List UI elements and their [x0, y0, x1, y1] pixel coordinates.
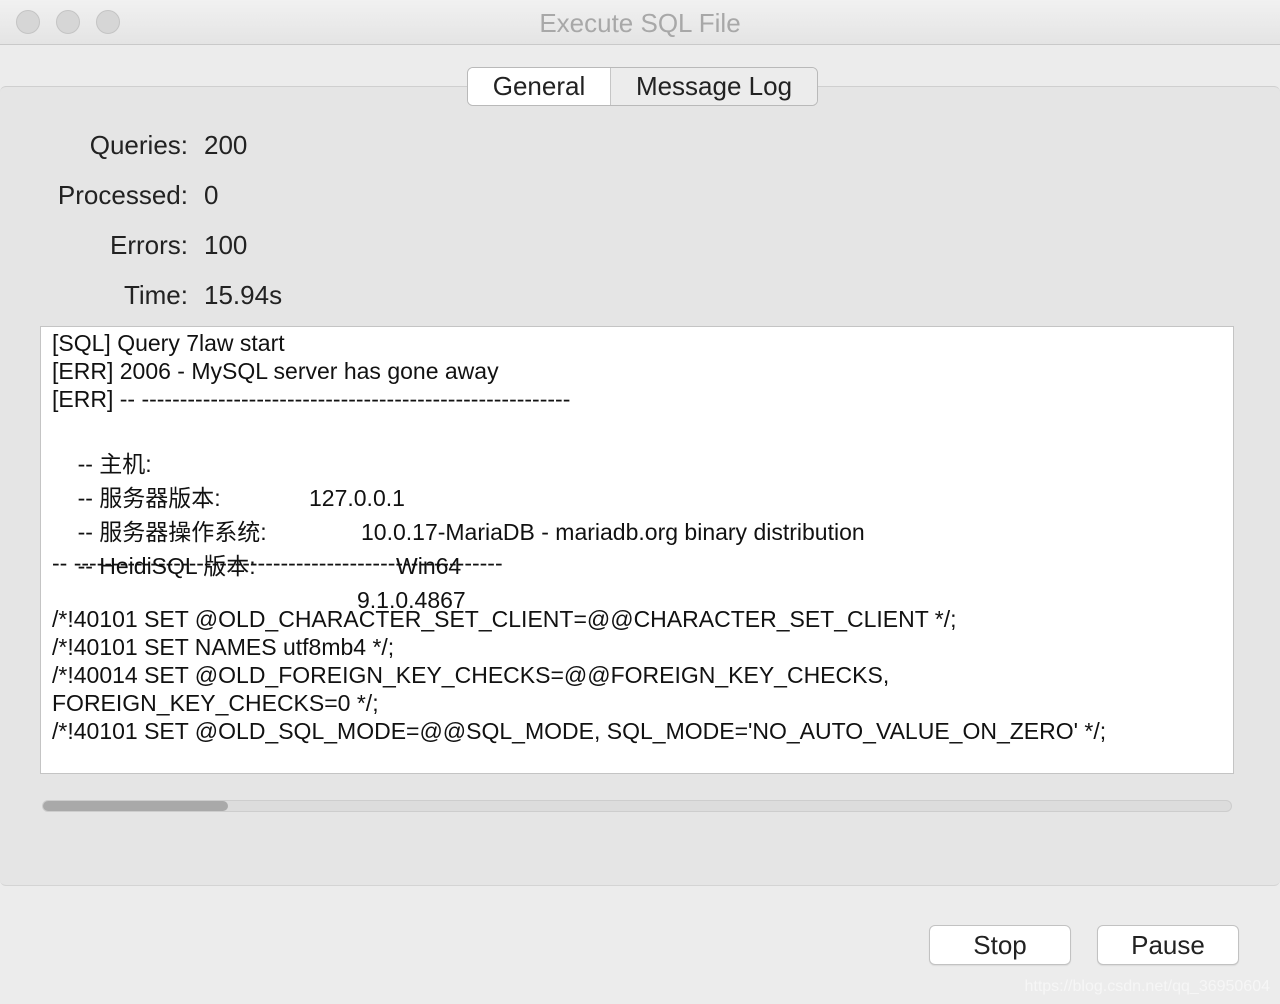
errors-label-row: Errors:: [0, 230, 188, 262]
tab-message-log[interactable]: Message Log: [611, 68, 817, 105]
log-line: /*!40101 SET NAMES utf8mb4 */;: [52, 634, 395, 660]
log-text-area[interactable]: [SQL] Query 7law start [ERR] 2006 - MySQ…: [40, 326, 1234, 774]
log-config-line: -- 服务器版本: 10.0.17-MariaDB - mariadb.org …: [52, 447, 1222, 545]
log-line: FOREIGN_KEY_CHECKS=0 */;: [52, 690, 379, 716]
tab-general[interactable]: General: [468, 68, 611, 105]
queries-label-row: Queries:: [0, 130, 188, 162]
title-bar: Execute SQL File: [0, 0, 1280, 45]
pause-button[interactable]: Pause: [1097, 925, 1239, 965]
log-line: /*!40014 SET @OLD_FOREIGN_KEY_CHECKS=@@F…: [52, 662, 890, 688]
log-line: /*!40101 SET @OLD_CHARACTER_SET_CLIENT=@…: [52, 606, 957, 632]
progress-fill: [43, 801, 229, 811]
log-config-key: -- HeidiSQL 版本:: [77, 553, 256, 579]
errors-label: Errors:: [110, 230, 188, 260]
time-label-row: Time:: [0, 280, 188, 312]
time-label: Time:: [123, 280, 188, 310]
log-line: /*!40101 SET @OLD_SQL_MODE=@@SQL_MODE, S…: [52, 718, 1107, 744]
log-config-value: Win64: [396, 553, 462, 579]
log-line: [ERR] 2006 - MySQL server has gone away: [52, 358, 499, 384]
log-config-line: -- 主机: 127.0.0.1: [52, 413, 1222, 511]
processed-label: Processed:: [57, 180, 188, 210]
queries-value: 200: [204, 130, 248, 160]
window-title: Execute SQL File: [539, 8, 741, 38]
tab-bar: General Message Log: [467, 67, 818, 106]
progress-bar: [42, 800, 1232, 812]
log-config-line: -- 服务器操作系统: Win64: [52, 481, 1222, 579]
time-value: 15.94s: [204, 280, 283, 310]
log-line: [SQL] Query 7law start: [52, 330, 285, 356]
stop-button[interactable]: Stop: [929, 925, 1071, 965]
errors-value: 100: [204, 230, 248, 260]
log-config-value: 9.1.0.4867: [357, 587, 466, 613]
log-line: [ERR] -- -------------------------------…: [52, 386, 571, 412]
watermark-text: https://blog.csdn.net/qq_36950604: [1024, 978, 1270, 995]
log-config-line: -- HeidiSQL 版本: 9.1.0.4867: [52, 515, 1222, 613]
queries-label: Queries:: [89, 130, 188, 160]
processed-label-row: Processed:: [0, 180, 188, 212]
processed-value: 0: [204, 180, 219, 210]
